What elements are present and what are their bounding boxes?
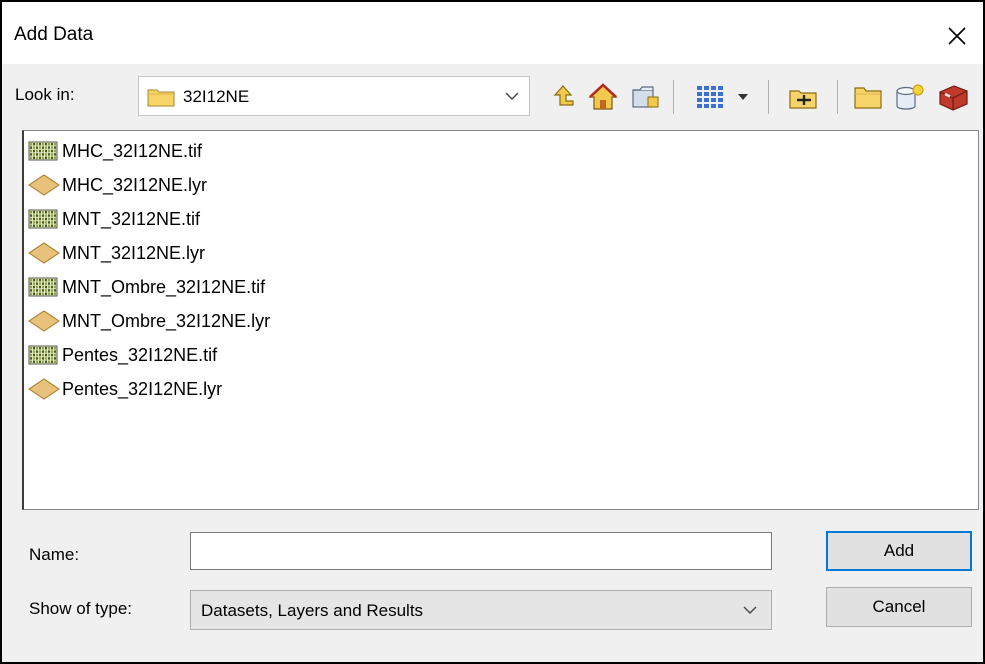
file-name: MNT_Ombre_32I12NE.lyr — [62, 310, 271, 331]
file-name: MNT_32I12NE.tif — [62, 208, 201, 229]
show-of-type-dropdown[interactable]: Datasets, Layers and Results — [190, 590, 772, 630]
file-list-item[interactable]: Pentes_32I12NE.lyr — [28, 373, 222, 405]
look-in-label: Look in: — [15, 85, 75, 104]
raster-dataset-icon — [28, 343, 62, 367]
close-button[interactable] — [937, 16, 977, 56]
add-button[interactable]: Add — [826, 531, 972, 571]
list-view-icon — [697, 86, 723, 108]
file-list-item[interactable]: MHC_32I12NE.tif — [28, 135, 202, 167]
title-bar: Add Data — [2, 2, 983, 64]
chevron-down-icon — [743, 606, 757, 614]
file-name: MNT_Ombre_32I12NE.tif — [62, 276, 266, 297]
new-feature-dataset-button[interactable] — [786, 81, 822, 113]
new-geodatabase-icon — [896, 84, 924, 110]
new-geodatabase-button[interactable] — [892, 81, 926, 113]
raster-dataset-icon — [28, 275, 62, 299]
layer-file-icon — [28, 173, 62, 197]
new-folder-icon — [854, 87, 882, 109]
file-name: Pentes_32I12NE.lyr — [62, 378, 223, 399]
name-label: Name: — [29, 545, 80, 564]
layer-file-icon — [28, 309, 62, 333]
new-feature-dataset-icon — [789, 90, 817, 109]
file-list-item[interactable]: MNT_Ombre_32I12NE.tif — [28, 271, 265, 303]
name-input[interactable] — [190, 532, 772, 570]
up-one-level-button[interactable] — [548, 81, 578, 113]
toolbox-icon — [939, 85, 968, 111]
look-in-dropdown[interactable]: 32I12NE — [138, 76, 530, 116]
up-one-level-icon — [553, 85, 574, 106]
show-of-type-value: Datasets, Layers and Results — [201, 601, 424, 620]
add-data-dialog: Add Data Look in: 32I12NE MHC_32I12NE.ti… — [0, 0, 985, 664]
file-list[interactable]: MHC_32I12NE.tif MHC_32I12NE.lyr MNT_32I12N… — [22, 130, 979, 510]
file-list-item[interactable]: MHC_32I12NE.lyr — [28, 169, 207, 201]
raster-dataset-icon — [28, 207, 62, 231]
home-button[interactable] — [586, 81, 620, 113]
view-dropdown-button[interactable] — [732, 81, 754, 113]
view-button[interactable] — [692, 81, 728, 113]
view-dropdown-icon — [738, 94, 748, 100]
look-in-value: 32I12NE — [183, 87, 250, 106]
raster-dataset-icon — [28, 139, 62, 163]
file-list-item[interactable]: MNT_32I12NE.lyr — [28, 237, 205, 269]
file-name: MHC_32I12NE.lyr — [62, 174, 208, 195]
toolbox-button[interactable] — [934, 81, 972, 113]
file-list-item[interactable]: Pentes_32I12NE.tif — [28, 339, 217, 371]
home-icon — [588, 83, 618, 110]
folder-icon — [147, 89, 175, 107]
toolbar-separator — [837, 80, 838, 114]
toolbar-separator — [768, 80, 769, 114]
close-icon — [948, 27, 966, 45]
cancel-button[interactable]: Cancel — [826, 587, 972, 627]
toolbar-separator — [673, 80, 674, 114]
chevron-down-icon — [505, 92, 519, 100]
connect-to-folder-button[interactable] — [628, 81, 662, 113]
layer-file-icon — [28, 241, 62, 265]
dialog-title: Add Data — [14, 24, 94, 45]
show-of-type-label: Show of type: — [29, 599, 133, 618]
file-list-item[interactable]: MNT_Ombre_32I12NE.lyr — [28, 305, 270, 337]
file-name: MNT_32I12NE.lyr — [62, 242, 206, 263]
file-list-item[interactable]: MNT_32I12NE.tif — [28, 203, 200, 235]
new-folder-button[interactable] — [852, 81, 884, 113]
file-name: MHC_32I12NE.tif — [62, 140, 203, 161]
file-name: Pentes_32I12NE.tif — [62, 344, 218, 365]
layer-file-icon — [28, 377, 62, 401]
connect-to-folder-icon — [632, 86, 659, 108]
